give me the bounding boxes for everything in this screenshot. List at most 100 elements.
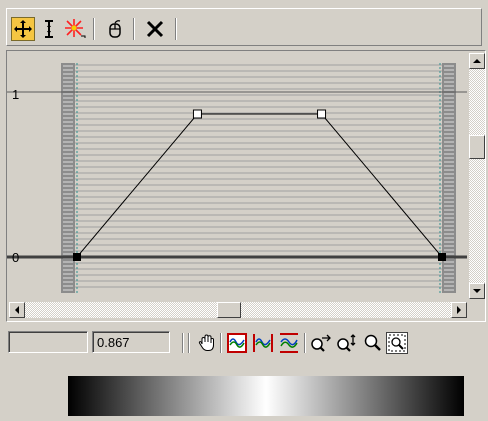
range-bar-tick bbox=[444, 269, 454, 271]
arrow-right-icon bbox=[457, 306, 461, 314]
y-label-bottom: 0 bbox=[12, 250, 19, 265]
range-bar-tick bbox=[63, 277, 73, 279]
range-bar-tick bbox=[444, 185, 454, 187]
range-bar-tick bbox=[444, 237, 454, 239]
range-bar-tick bbox=[63, 285, 73, 287]
range-bar-tick bbox=[63, 157, 73, 159]
range-bar-tick bbox=[63, 245, 73, 247]
range-bar-tick bbox=[444, 241, 454, 243]
range-bar-tick bbox=[63, 261, 73, 263]
range-bar-tick bbox=[63, 233, 73, 235]
zoom-icon[interactable] bbox=[362, 332, 384, 354]
range-bar-tick bbox=[444, 197, 454, 199]
range-bar-tick bbox=[444, 169, 454, 171]
range-bar-tick bbox=[63, 249, 73, 251]
status-bar: 0.867 bbox=[6, 328, 486, 358]
range-bar-tick bbox=[444, 105, 454, 107]
range-bar-tick bbox=[63, 149, 73, 151]
range-bar-tick bbox=[444, 77, 454, 79]
range-bar-tick bbox=[444, 265, 454, 267]
range-bar-tick bbox=[63, 141, 73, 143]
range-bar-tick bbox=[63, 197, 73, 199]
range-bar-tick bbox=[63, 85, 73, 87]
add-point-icon[interactable] bbox=[63, 17, 87, 41]
range-bar-tick bbox=[63, 201, 73, 203]
scale-point-icon[interactable] bbox=[37, 17, 61, 41]
range-bar-tick bbox=[63, 237, 73, 239]
curve-canvas[interactable]: 1 0 bbox=[7, 51, 467, 301]
zoom-vertical-icon[interactable] bbox=[336, 332, 358, 354]
range-bar-tick bbox=[63, 113, 73, 115]
range-bar-tick bbox=[63, 161, 73, 163]
curve-control-point[interactable] bbox=[192, 109, 202, 119]
vertical-scrollbar[interactable] bbox=[469, 53, 485, 299]
range-bar-tick bbox=[444, 113, 454, 115]
range-bar-tick bbox=[444, 133, 454, 135]
gradient-preview bbox=[68, 376, 464, 416]
range-bar-tick bbox=[63, 97, 73, 99]
range-bar-tick bbox=[444, 181, 454, 183]
range-bar-tick bbox=[444, 289, 454, 291]
curve-control-point[interactable] bbox=[73, 253, 81, 261]
range-bar-tick bbox=[444, 193, 454, 195]
scroll-left-button[interactable] bbox=[9, 302, 25, 318]
range-bar-tick bbox=[444, 249, 454, 251]
vertical-scroll-thumb[interactable] bbox=[469, 135, 485, 159]
zoom-horizontal-icon[interactable] bbox=[310, 332, 332, 354]
range-bar-tick bbox=[63, 169, 73, 171]
toolbar-separator bbox=[93, 18, 95, 40]
range-bar-tick bbox=[444, 173, 454, 175]
range-bar-tick bbox=[444, 225, 454, 227]
range-bar-tick bbox=[63, 181, 73, 183]
scroll-right-button[interactable] bbox=[451, 302, 467, 318]
range-bar-tick bbox=[63, 133, 73, 135]
curve-control-point[interactable] bbox=[317, 109, 327, 119]
range-bar-tick bbox=[444, 285, 454, 287]
range-bar-tick bbox=[444, 161, 454, 163]
range-bar-tick bbox=[444, 69, 454, 71]
reset-curve-icon[interactable] bbox=[103, 17, 127, 41]
range-bar-tick bbox=[63, 137, 73, 139]
range-bar-tick bbox=[444, 177, 454, 179]
range-bar-tick bbox=[63, 125, 73, 127]
range-bar-tick bbox=[444, 97, 454, 99]
horizontal-scroll-thumb[interactable] bbox=[217, 302, 241, 318]
delete-point-icon[interactable] bbox=[143, 17, 167, 41]
range-bar-tick bbox=[63, 117, 73, 119]
scroll-up-button[interactable] bbox=[469, 53, 485, 69]
range-bar-tick bbox=[63, 129, 73, 131]
value-field[interactable]: 0.867 bbox=[92, 331, 170, 353]
range-bar-tick bbox=[63, 185, 73, 187]
range-bar-tick bbox=[63, 69, 73, 71]
range-bar-tick bbox=[63, 221, 73, 223]
horizontal-scrollbar[interactable] bbox=[9, 302, 467, 318]
curve-graph[interactable]: 1 0 bbox=[6, 50, 486, 322]
zoom-extents-icon[interactable] bbox=[226, 332, 248, 354]
range-bar-tick bbox=[63, 193, 73, 195]
range-bar-tick bbox=[63, 229, 73, 231]
curve-control-point[interactable] bbox=[438, 253, 446, 261]
range-bar-tick bbox=[444, 201, 454, 203]
range-bar-tick bbox=[63, 273, 73, 275]
arrow-down-icon bbox=[473, 289, 481, 293]
zoom-value-extents-icon[interactable] bbox=[278, 332, 300, 354]
range-bar-tick bbox=[63, 205, 73, 207]
status-separator bbox=[304, 333, 306, 353]
range-bar-tick bbox=[444, 137, 454, 139]
scroll-down-button[interactable] bbox=[469, 283, 485, 299]
range-bar-tick bbox=[63, 65, 73, 67]
range-bar-tick bbox=[63, 289, 73, 291]
zoom-region-icon[interactable] bbox=[386, 332, 408, 354]
range-bar-tick bbox=[444, 85, 454, 87]
position-field[interactable] bbox=[8, 331, 88, 353]
range-bar-tick bbox=[63, 101, 73, 103]
status-separator bbox=[182, 333, 184, 353]
range-bar-tick bbox=[63, 105, 73, 107]
pan-hand-icon[interactable] bbox=[196, 332, 218, 354]
zoom-horizontal-extents-icon[interactable] bbox=[252, 332, 274, 354]
move-points-icon[interactable] bbox=[11, 17, 35, 41]
range-bar-tick bbox=[444, 125, 454, 127]
range-bar-tick bbox=[444, 101, 454, 103]
range-bar-tick bbox=[444, 213, 454, 215]
range-bar-tick bbox=[444, 205, 454, 207]
